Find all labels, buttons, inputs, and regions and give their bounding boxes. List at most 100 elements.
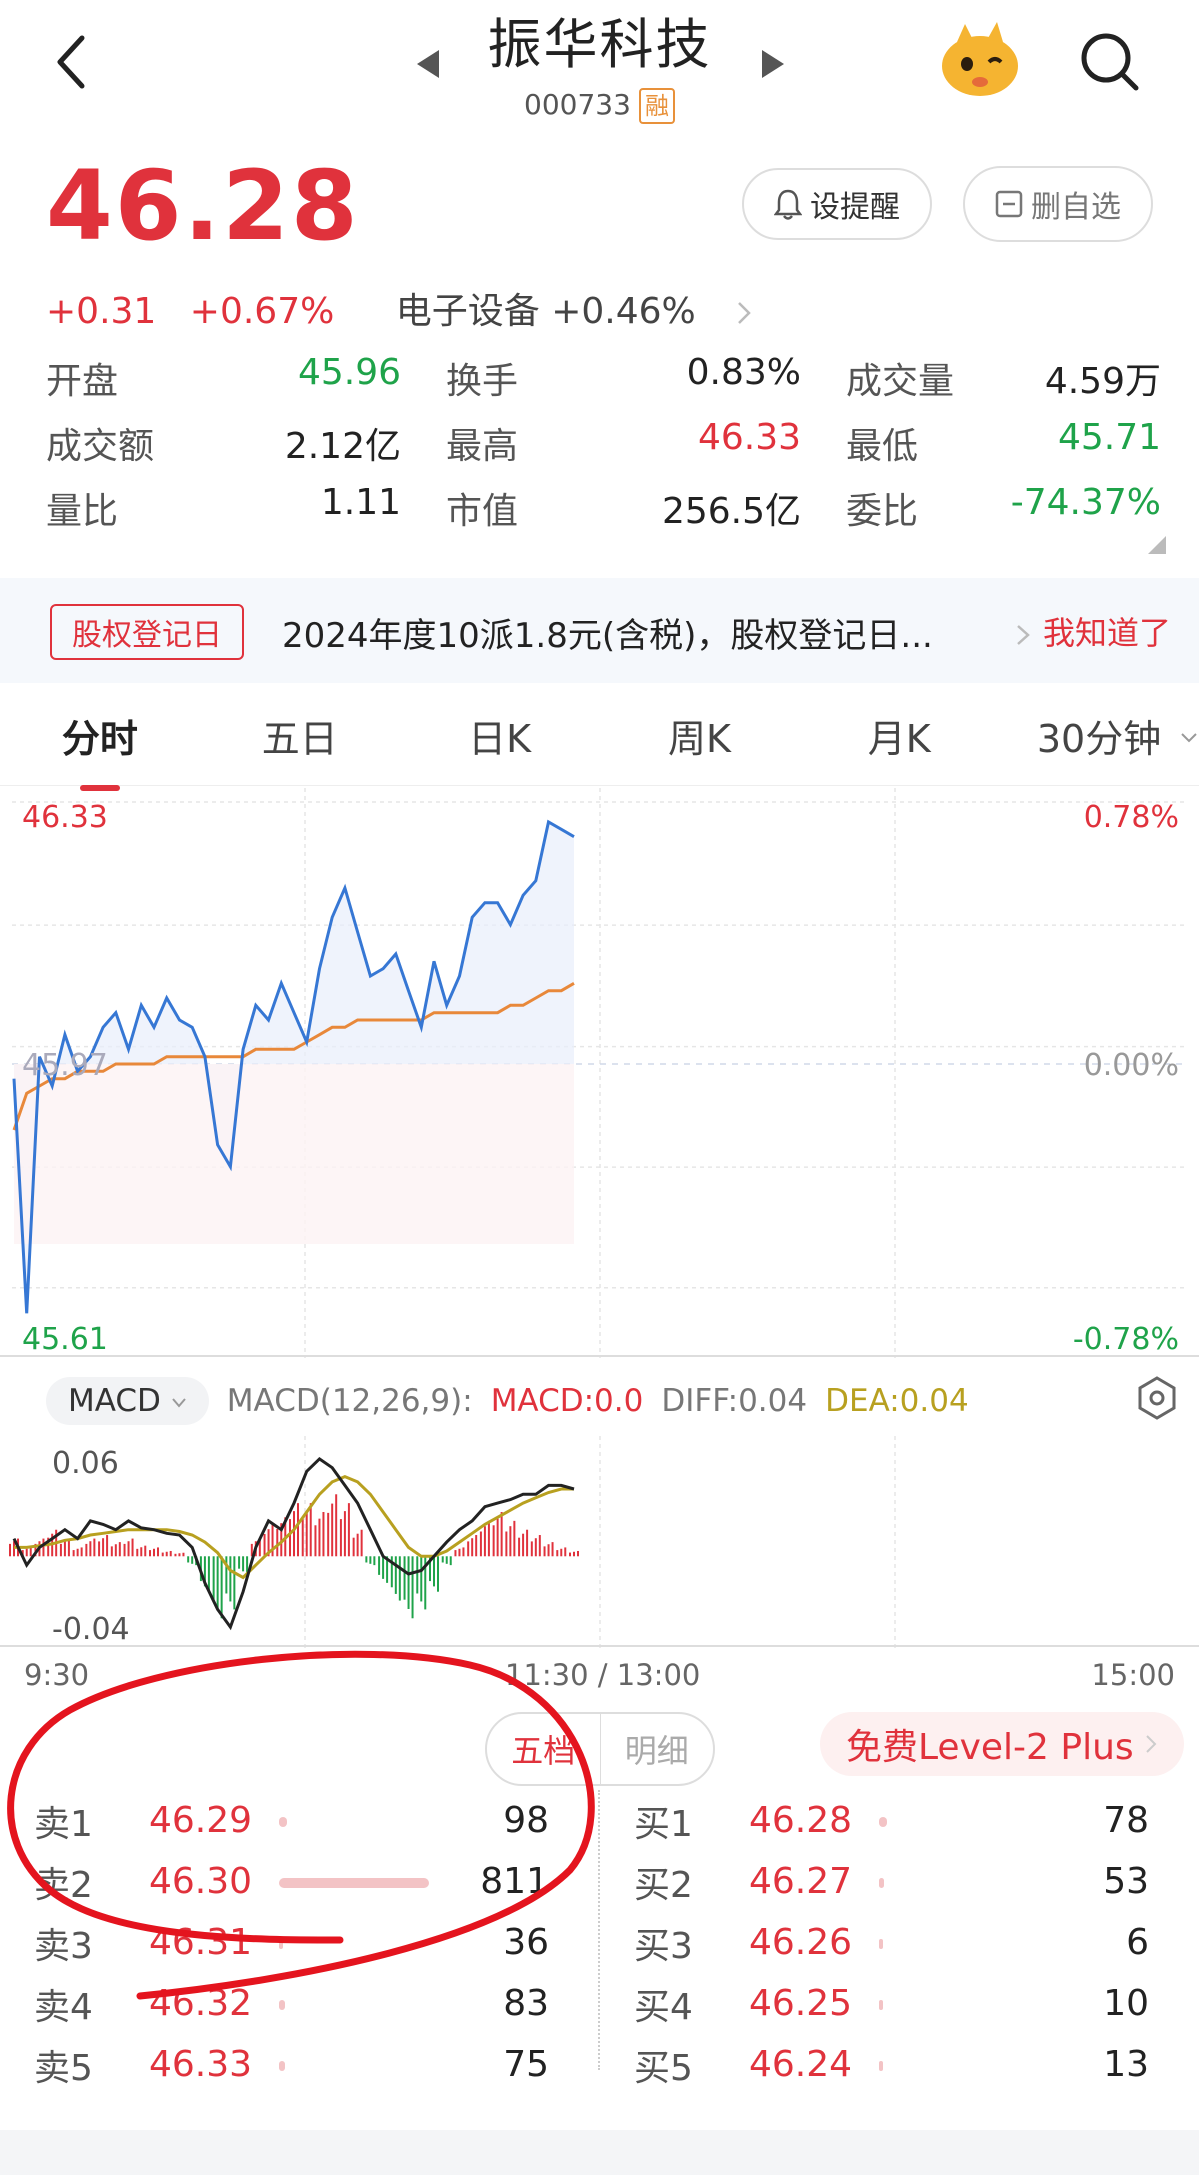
level2-promo-button[interactable]: 免费Level-2 Plus	[820, 1712, 1184, 1776]
buy-level-row[interactable]: 买1 46.28 78	[634, 1790, 1149, 1851]
notice-dismiss-label: 我知道了	[1042, 614, 1171, 652]
stats-row: 量比 1.11 市值 256.5亿 委比 -74.37%	[46, 475, 1161, 540]
margin-badge: 融	[638, 88, 675, 124]
stat-value: -74.37%	[1010, 481, 1161, 523]
level-price: 46.27	[749, 1861, 853, 1902]
stat-key: 量比	[46, 490, 119, 532]
level-price: 46.28	[749, 1800, 853, 1841]
price-low-label: 45.61	[22, 1322, 108, 1357]
stat-key: 成交量	[846, 360, 955, 402]
notice-tag: 股权登记日	[50, 604, 244, 660]
buy-level-row[interactable]: 买5 46.24 13	[634, 2034, 1149, 2095]
chevron-down-icon[interactable]	[1180, 730, 1198, 749]
mascot-icon[interactable]	[935, 20, 1025, 100]
stat-key: 最低	[846, 425, 919, 467]
buy-level-row[interactable]: 买2 46.27 53	[634, 1851, 1149, 1912]
remove-watchlist-button[interactable]: 删自选	[963, 166, 1153, 242]
macd-legend: MACD MACD(12,26,9): MACD:0.0 DIFF:0.04 D…	[46, 1372, 969, 1430]
level-price: 46.24	[749, 2044, 853, 2085]
level-name: 买3	[634, 1925, 693, 1967]
stat-value: 45.96	[297, 351, 401, 393]
macd-chart[interactable]	[0, 1436, 1199, 1648]
price-change: +0.31	[46, 291, 157, 332]
stat-cell: 成交量 4.59万	[846, 352, 1161, 404]
macd-params: MACD(12,26,9):	[226, 1383, 473, 1419]
last-price: 46.28	[46, 150, 360, 262]
set-alert-label: 设提醒	[810, 190, 900, 225]
chevron-right-icon	[738, 302, 751, 324]
stat-cell: 换手 0.83%	[446, 352, 846, 404]
level-name: 卖5	[34, 2047, 93, 2089]
tab-period[interactable]: 周K	[599, 706, 799, 785]
level-name: 买2	[634, 1864, 693, 1906]
sell-level-row[interactable]: 卖5 46.33 75	[34, 2034, 549, 2095]
stat-value: 256.5亿	[661, 490, 801, 532]
level-volume: 6	[1126, 1922, 1149, 1963]
chevron-right-icon	[1145, 1735, 1157, 1753]
level-volume-bar	[879, 1994, 1049, 2014]
level-volume-fill	[279, 2060, 285, 2071]
tab-period[interactable]: 30分钟	[999, 706, 1199, 785]
level-volume-fill	[879, 1938, 883, 1949]
pct-mid-label: 0.00%	[1083, 1048, 1179, 1083]
level-name: 买5	[634, 2047, 693, 2089]
pct-low-label: -0.78%	[1072, 1322, 1179, 1357]
stock-code: 000733	[524, 88, 631, 121]
tab-period[interactable]: 月K	[799, 706, 999, 785]
stats-row: 成交额 2.12亿 最高 46.33 最低 45.71	[46, 410, 1161, 475]
stat-cell: 最高 46.33	[446, 417, 846, 469]
sector-link[interactable]: 电子设备 +0.46%	[396, 291, 753, 332]
intraday-chart[interactable]	[0, 788, 1199, 1358]
set-alert-button[interactable]: 设提醒	[742, 168, 932, 240]
level-volume-fill	[879, 1999, 883, 2010]
stat-cell: 开盘 45.96	[46, 352, 446, 404]
notice-dismiss-button[interactable]: 我知道了	[1015, 608, 1171, 654]
stat-value: 2.12亿	[284, 425, 401, 467]
level-volume-bar	[879, 1872, 1049, 1892]
tab-period[interactable]: 日K	[400, 706, 600, 785]
lower-shade	[14, 1064, 574, 1244]
notice-text: 2024年度10派1.8元(含税)，股权登记日...	[282, 616, 933, 656]
stats-grid: 开盘 45.96 换手 0.83% 成交量 4.59万 成交额 2.12亿 最高 46.33 最低 4…	[46, 345, 1161, 540]
stat-value: 0.83%	[686, 351, 801, 393]
expand-corner-icon[interactable]	[1148, 536, 1166, 558]
minus-box-icon	[995, 190, 1023, 218]
level-volume-fill	[879, 1877, 884, 1888]
stat-cell: 最低 45.71	[846, 417, 1161, 469]
stat-cell: 市值 256.5亿	[446, 482, 846, 534]
stat-value: 1.11	[320, 481, 401, 523]
search-icon[interactable]	[1078, 30, 1142, 94]
level-name: 买1	[634, 1803, 693, 1845]
sector-text: 电子设备 +0.46%	[395, 291, 696, 332]
level-volume: 75	[503, 2044, 549, 2085]
bell-icon	[774, 189, 802, 220]
buy-level-row[interactable]: 买3 46.26 6	[634, 1912, 1149, 1973]
level-volume: 10	[1103, 1983, 1149, 2024]
indicator-selector[interactable]: MACD	[46, 1377, 209, 1425]
time-end: 15:00	[1091, 1658, 1175, 1692]
buy-level-row[interactable]: 买4 46.25 10	[634, 1973, 1149, 2034]
stat-value: 45.71	[1057, 416, 1161, 458]
level-volume-fill	[879, 2060, 883, 2071]
stats-row: 开盘 45.96 换手 0.83% 成交量 4.59万	[46, 345, 1161, 410]
tab-period[interactable]: 五日	[200, 706, 400, 785]
tab-period[interactable]: 分时	[0, 706, 200, 791]
dividend-notice[interactable]: 股权登记日 2024年度10派1.8元(含税)，股权登记日... 我知道了	[0, 578, 1199, 683]
level-volume: 78	[1103, 1800, 1149, 1841]
stat-key: 换手	[446, 360, 519, 402]
level-volume-bar	[879, 2055, 1049, 2075]
remove-watchlist-label: 删自选	[1031, 190, 1121, 225]
bottom-strip	[0, 2130, 1199, 2175]
chevron-down-icon	[172, 1397, 186, 1408]
tab-details[interactable]: 明细	[601, 1714, 714, 1784]
stat-key: 委比	[846, 490, 919, 532]
level2-promo-label: 免费Level-2 Plus	[846, 1727, 1134, 1768]
indicator-settings-icon[interactable]	[1136, 1375, 1178, 1425]
level-volume-bar	[879, 1933, 1049, 1953]
price-high-label: 46.33	[22, 800, 108, 835]
diff-value: DIFF:0.04	[661, 1383, 808, 1419]
level-name: 买4	[634, 1986, 693, 2028]
dea-value: DEA:0.04	[825, 1383, 969, 1419]
level-price: 46.25	[749, 1983, 853, 2024]
stat-key: 最高	[446, 425, 519, 467]
